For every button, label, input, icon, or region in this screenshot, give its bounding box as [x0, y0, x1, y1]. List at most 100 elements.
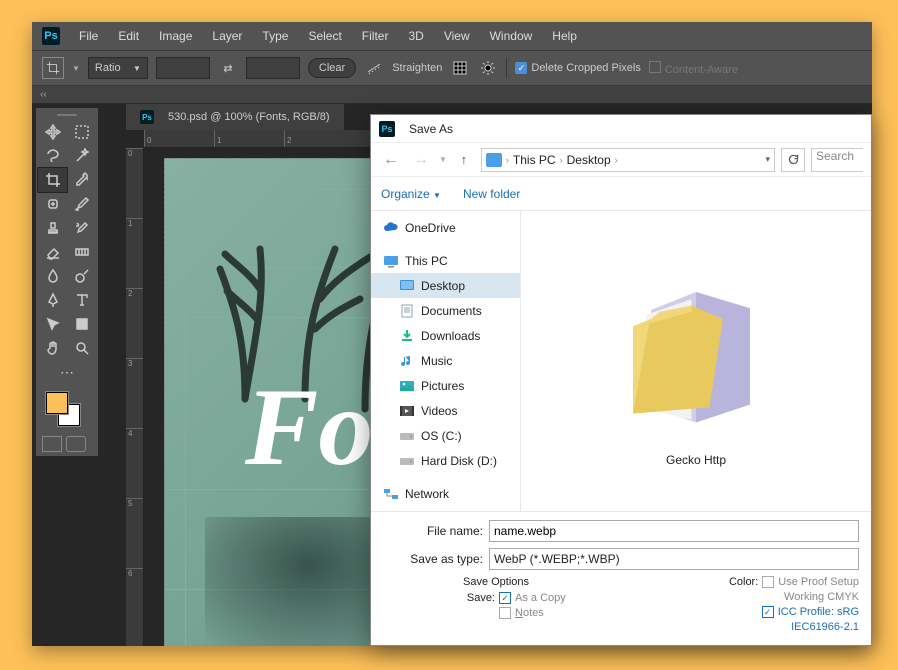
- collapse-bar[interactable]: ››: [32, 86, 872, 104]
- crop-tool[interactable]: [38, 168, 67, 192]
- content-aware-checkbox[interactable]: [649, 61, 661, 73]
- foreground-color[interactable]: [46, 392, 68, 414]
- as-copy-label: As a Copy: [515, 592, 566, 604]
- dodge-tool[interactable]: [67, 264, 96, 288]
- filename-input[interactable]: [489, 520, 859, 542]
- screenmode-icon[interactable]: [66, 436, 86, 452]
- folder-thumbnail[interactable]: [606, 265, 786, 445]
- nav-forward-icon[interactable]: →: [409, 148, 433, 172]
- tree-item-videos[interactable]: Videos: [371, 398, 520, 423]
- tree-item-onedrive[interactable]: OneDrive: [371, 215, 520, 240]
- menu-edit[interactable]: Edit: [109, 25, 148, 47]
- pic-icon: [399, 379, 415, 393]
- download-icon: [399, 329, 415, 343]
- eraser-tool[interactable]: [38, 240, 67, 264]
- type-tool[interactable]: [67, 288, 96, 312]
- zoom-tool[interactable]: [67, 336, 96, 360]
- chevron-down-icon[interactable]: ▼: [439, 155, 447, 164]
- proof-checkbox[interactable]: [762, 576, 774, 588]
- width-input[interactable]: [156, 57, 210, 79]
- toolbox: ⋯: [36, 108, 98, 456]
- marquee-tool[interactable]: [67, 120, 96, 144]
- eyedropper-tool[interactable]: [67, 168, 96, 192]
- organize-button[interactable]: Organize ▼: [381, 187, 441, 201]
- folder-contents[interactable]: Gecko Http: [521, 211, 871, 511]
- tree-item-downloads[interactable]: Downloads: [371, 323, 520, 348]
- menu-file[interactable]: File: [70, 25, 107, 47]
- icc-label: ICC Profile: sRG: [778, 606, 859, 618]
- history-brush-tool[interactable]: [67, 216, 96, 240]
- menu-3d[interactable]: 3D: [399, 25, 432, 47]
- tree-item-music[interactable]: Music: [371, 348, 520, 373]
- tree-item-network[interactable]: Network: [371, 481, 520, 506]
- iec-label: IEC61966-2.1: [791, 621, 859, 633]
- height-input[interactable]: [246, 57, 300, 79]
- crop-tool-icon[interactable]: [42, 57, 64, 79]
- refresh-icon[interactable]: [781, 148, 805, 172]
- gradient-tool[interactable]: [67, 240, 96, 264]
- move-tool[interactable]: [38, 120, 67, 144]
- delete-cropped-label: Delete Cropped Pixels: [531, 62, 640, 74]
- menu-window[interactable]: Window: [481, 25, 542, 47]
- magic-wand-tool[interactable]: [67, 144, 96, 168]
- nav-up-icon[interactable]: ↑: [453, 149, 475, 171]
- doc-icon: [399, 304, 415, 318]
- grid-overlay-icon[interactable]: [450, 58, 470, 78]
- stamp-tool[interactable]: [38, 216, 67, 240]
- ruler-vertical: 0123456: [126, 148, 144, 646]
- path-tool[interactable]: [38, 312, 67, 336]
- hand-tool[interactable]: [38, 336, 67, 360]
- menu-select[interactable]: Select: [299, 25, 350, 47]
- menu-filter[interactable]: Filter: [353, 25, 398, 47]
- lasso-tool[interactable]: [38, 144, 67, 168]
- pc-icon: [486, 153, 502, 167]
- chevron-down-icon[interactable]: ▼: [72, 64, 80, 73]
- notes-checkbox[interactable]: [499, 607, 511, 619]
- menu-image[interactable]: Image: [150, 25, 201, 47]
- menu-view[interactable]: View: [435, 25, 479, 47]
- tree-item-pictures[interactable]: Pictures: [371, 373, 520, 398]
- tree-item-hard-disk-d-[interactable]: Hard Disk (D:): [371, 448, 520, 473]
- nav-back-icon[interactable]: ←: [379, 148, 403, 172]
- delete-cropped-checkbox[interactable]: ✓: [515, 62, 527, 74]
- straighten-label: Straighten: [392, 62, 442, 74]
- brush-tool[interactable]: [67, 192, 96, 216]
- menu-help[interactable]: Help: [543, 25, 586, 47]
- more-tools[interactable]: ⋯: [38, 360, 96, 384]
- blur-tool[interactable]: [38, 264, 67, 288]
- pen-tool[interactable]: [38, 288, 67, 312]
- new-folder-button[interactable]: New folder: [463, 187, 520, 201]
- drive-icon: [399, 429, 415, 443]
- tree-item-desktop[interactable]: Desktop: [371, 273, 520, 298]
- menu-layer[interactable]: Layer: [203, 25, 251, 47]
- search-input[interactable]: Search: [811, 148, 863, 172]
- address-bar[interactable]: › This PC › Desktop › ▾: [481, 148, 775, 172]
- ratio-dropdown[interactable]: Ratio▼: [88, 57, 148, 79]
- as-copy-checkbox[interactable]: ✓: [499, 592, 511, 604]
- document-tab[interactable]: Ps 530.psd @ 100% (Fonts, RGB/8): [126, 104, 344, 130]
- settings-gear-icon[interactable]: [478, 58, 498, 78]
- filetype-label: Save as type:: [383, 552, 483, 566]
- shape-tool[interactable]: [67, 312, 96, 336]
- music-icon: [399, 354, 415, 368]
- net-icon: [383, 487, 399, 501]
- tree-item-documents[interactable]: Documents: [371, 298, 520, 323]
- icc-checkbox[interactable]: ✓: [762, 606, 774, 618]
- clear-button[interactable]: Clear: [308, 58, 356, 78]
- folder-name[interactable]: Gecko Http: [666, 453, 726, 467]
- menu-type[interactable]: Type: [253, 25, 297, 47]
- tree-item-this-pc[interactable]: This PC: [371, 248, 520, 273]
- content-aware-label: Content-Aware: [665, 64, 738, 76]
- swap-icon[interactable]: ⇄: [218, 62, 238, 75]
- straighten-icon[interactable]: [364, 58, 384, 78]
- color-swatches[interactable]: [38, 384, 96, 434]
- save-options-heading: Save Options: [463, 576, 643, 588]
- dialog-titlebar[interactable]: Ps Save As: [371, 115, 871, 143]
- filetype-select[interactable]: WebP (*.WEBP;*.WBP): [489, 548, 859, 570]
- quickmask-icon[interactable]: [42, 436, 62, 452]
- toolbox-handle[interactable]: [38, 110, 96, 120]
- menubar: Ps File Edit Image Layer Type Select Fil…: [32, 22, 872, 50]
- healing-tool[interactable]: [38, 192, 67, 216]
- dialog-app-icon: Ps: [379, 121, 395, 137]
- tree-item-os-c-[interactable]: OS (C:): [371, 423, 520, 448]
